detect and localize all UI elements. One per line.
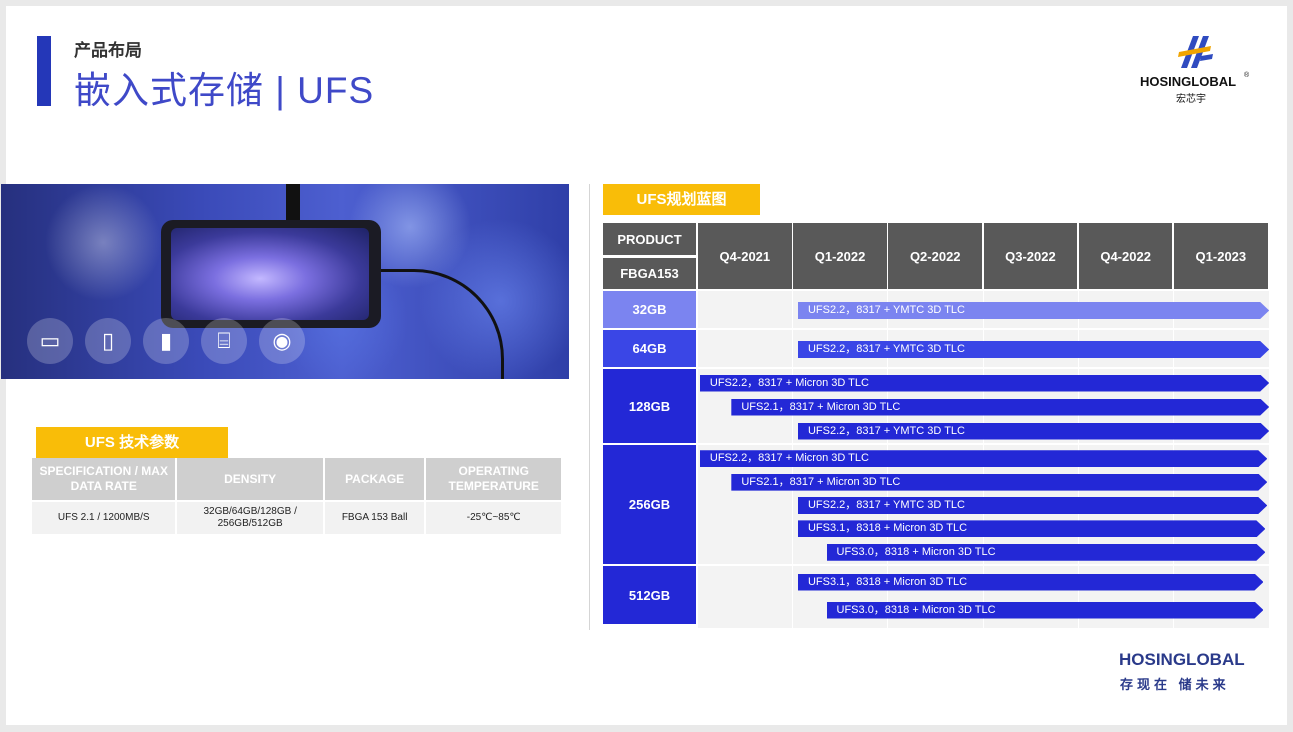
logo-brand-text: HOSINGLOBAL xyxy=(1140,74,1237,89)
roadmap-bar: UFS3.1，8318 + Micron 3D TLC xyxy=(798,574,1264,591)
roadmap-product-header: PRODUCT xyxy=(603,223,696,255)
title-accent-bar xyxy=(37,36,51,106)
logo-registered-mark: ® xyxy=(1244,72,1250,79)
logo-chinese-name: 宏芯宇 xyxy=(1176,94,1206,105)
roadmap-density-label: 512GB xyxy=(603,566,696,624)
roadmap-density-label: 256GB xyxy=(603,445,696,564)
phone-icon: ▯ xyxy=(85,318,131,364)
roadmap-bar: UFS3.1，8318 + Micron 3D TLC xyxy=(798,520,1265,537)
footer-brand: HOSINGLOBAL xyxy=(1119,650,1245,669)
roadmap-bar: UFS2.2，8317 + YMTC 3D TLC xyxy=(798,423,1269,440)
spec-cell: FBGA 153 Ball xyxy=(324,502,425,534)
roadmap-quarter-header: Q2-2022 xyxy=(888,223,983,289)
spec-col-header: DENSITY xyxy=(177,458,323,500)
column-divider xyxy=(589,184,590,630)
roadmap-quarter-header: Q4-2021 xyxy=(698,223,792,289)
smartwatch-icon: ◉ xyxy=(259,318,305,364)
roadmap-density-label: 32GB xyxy=(603,291,696,328)
roadmap-bar: UFS2.2，8317 + YMTC 3D TLC xyxy=(798,302,1269,319)
roadmap-row-divider xyxy=(603,328,1269,330)
spec-cell: -25℃~85℃ xyxy=(426,502,561,534)
smartphone-image xyxy=(161,220,381,328)
roadmap-bar: UFS2.2，8317 + YMTC 3D TLC xyxy=(798,497,1267,514)
spec-cell: 32GB/64GB/128GB / 256GB/512GB xyxy=(177,502,323,534)
roadmap-density-label: 128GB xyxy=(603,369,696,443)
footer-slogan: 存现在 储未来 xyxy=(1120,677,1230,692)
spec-cell: UFS 2.1 / 1200MB/S xyxy=(32,502,176,534)
roadmap-row-divider xyxy=(603,443,1269,445)
roadmap-section-tag: UFS规划蓝图 xyxy=(603,184,760,215)
phone-mount xyxy=(286,184,300,224)
spec-col-header: PACKAGE xyxy=(324,458,425,500)
cable-image xyxy=(381,269,504,379)
roadmap-quarter-header: Q4-2022 xyxy=(1078,223,1173,289)
roadmap-package-header: FBGA153 xyxy=(603,258,696,289)
spec-col-header: SPECIFICATION / MAX DATA RATE xyxy=(32,458,176,500)
roadmap-bar: UFS2.1，8317 + Micron 3D TLC xyxy=(731,399,1269,416)
section-subtitle: 产品布局 xyxy=(74,41,142,60)
roadmap-quarter-header: Q1-2023 xyxy=(1174,223,1268,289)
hero-photo: ▭ ▯ ▮ ⌸ ◉ xyxy=(1,184,569,379)
roadmap-density-label: 64GB xyxy=(603,330,696,367)
page-title: 嵌入式存储 | UFS xyxy=(74,70,375,111)
roadmap-row-divider xyxy=(603,564,1269,566)
spec-table: SPECIFICATION / MAX DATA RATE DENSITY PA… xyxy=(30,456,563,536)
roadmap-quarter-header: Q3-2022 xyxy=(983,223,1078,289)
roadmap-bar: UFS2.2，8317 + Micron 3D TLC xyxy=(700,375,1269,392)
router-icon: ⌸ xyxy=(201,318,247,364)
roadmap-bar: UFS3.0，8318 + Micron 3D TLC xyxy=(827,602,1264,619)
company-logo: HOSINGLOBAL ® 宏芯宇 xyxy=(1140,34,1252,106)
roadmap-bar: UFS2.2，8317 + YMTC 3D TLC xyxy=(798,341,1269,358)
roadmap-bar: UFS3.0，8318 + Micron 3D TLC xyxy=(827,544,1266,561)
hosinglobal-logo-icon xyxy=(1178,36,1213,68)
roadmap-row-divider xyxy=(603,367,1269,369)
spec-section-tag: UFS 技术参数 xyxy=(36,427,228,458)
roadmap-quarter-header: Q1-2022 xyxy=(793,223,887,289)
laptop-icon: ▭ xyxy=(27,318,73,364)
spec-col-header: OPERATING TEMPERATURE xyxy=(426,458,561,500)
roadmap-bar: UFS2.1，8317 + Micron 3D TLC xyxy=(731,474,1267,491)
roadmap-bar: UFS2.2，8317 + Micron 3D TLC xyxy=(700,450,1267,467)
tablet-icon: ▮ xyxy=(143,318,189,364)
